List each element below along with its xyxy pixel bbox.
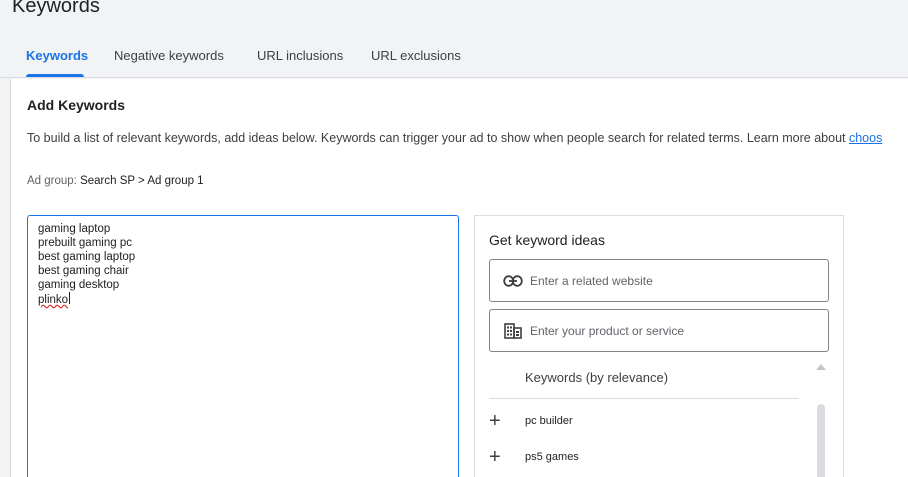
tab-url-exclusions[interactable]: URL exclusions [371, 48, 461, 63]
page-title: Keywords [12, 0, 100, 17]
misspelled-word: plinko [38, 294, 69, 306]
learn-more-link[interactable]: choos [849, 131, 882, 145]
add-keywords-card: Add Keywords To build a list of relevant… [10, 79, 908, 477]
product-service-placeholder: Enter your product or service [530, 323, 685, 338]
link-icon [502, 272, 524, 290]
list-divider [489, 398, 799, 399]
related-website-placeholder: Enter a related website [530, 273, 653, 288]
keyword-line: gaming laptop [38, 223, 111, 235]
section-title: Add Keywords [27, 97, 126, 113]
keyword-ideas-panel: Get keyword ideas Enter a related websit… [474, 215, 844, 477]
ad-group-label: Ad group: Search SP > Ad group 1 [27, 175, 204, 187]
active-tab-indicator [26, 74, 84, 77]
keyword-line: best gaming laptop [38, 251, 136, 263]
keyword-line-misspelled: plinko [38, 292, 448, 307]
plus-icon[interactable]: + [489, 411, 515, 431]
scrollbar-thumb[interactable] [817, 404, 825, 477]
scroll-up-arrow-icon[interactable] [816, 364, 826, 370]
keyword-idea-item[interactable]: + ps5 games [489, 442, 799, 472]
related-website-input[interactable]: Enter a related website [489, 259, 829, 302]
plus-icon[interactable]: + [489, 447, 515, 467]
tab-keywords[interactable]: Keywords [26, 48, 88, 63]
tab-negative-keywords[interactable]: Negative keywords [114, 48, 224, 63]
keyword-idea-text: pc builder [525, 415, 573, 427]
keywords-textarea[interactable]: gaming laptop prebuilt gaming pc best ga… [27, 215, 459, 477]
keyword-list-header: Keywords (by relevance) [525, 370, 669, 385]
tab-url-inclusions[interactable]: URL inclusions [257, 48, 343, 63]
keyword-ideas-title: Get keyword ideas [489, 232, 605, 248]
tab-bar: Keywords Negative keywords URL inclusion… [0, 36, 908, 78]
keyword-line: prebuilt gaming pc [38, 237, 132, 249]
keyword-line: best gaming chair [38, 265, 129, 277]
keyword-idea-text: ps5 games [525, 451, 579, 463]
keyword-idea-item[interactable]: + pc builder [489, 406, 799, 436]
product-service-input[interactable]: Enter your product or service [489, 309, 829, 352]
description-text: To build a list of relevant keywords, ad… [27, 131, 882, 145]
description-body: To build a list of relevant keywords, ad… [27, 131, 849, 145]
building-icon [502, 322, 524, 340]
keyword-line: gaming desktop [38, 279, 120, 291]
ad-group-label-text: Ad group: [27, 175, 77, 187]
ad-group-value: Search SP > Ad group 1 [80, 175, 204, 187]
text-caret [69, 292, 71, 304]
